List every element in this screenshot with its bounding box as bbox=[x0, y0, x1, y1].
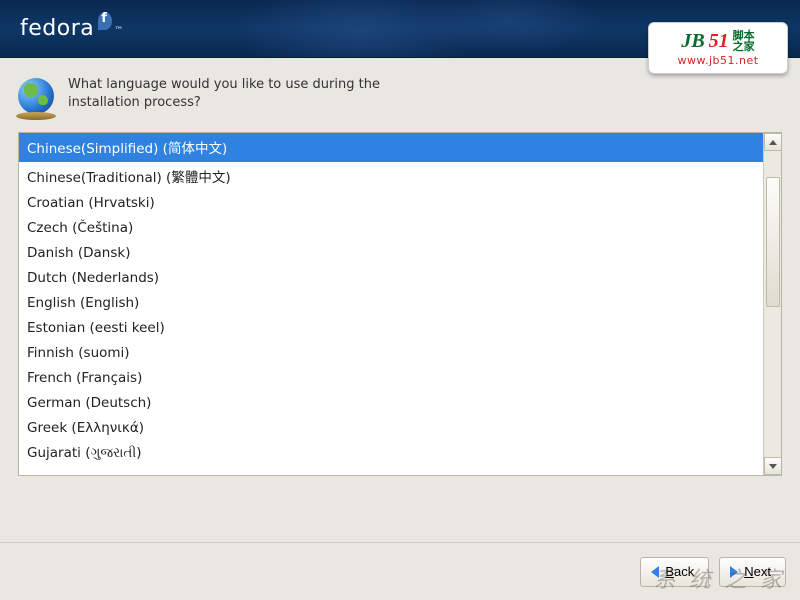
scroll-thumb[interactable] bbox=[766, 177, 780, 307]
list-item[interactable]: Finnish (suomi) bbox=[19, 341, 763, 366]
list-item[interactable]: Czech (Čeština) bbox=[19, 216, 763, 241]
fedora-logo: fedora ™ bbox=[20, 16, 124, 41]
list-item[interactable]: English (English) bbox=[19, 291, 763, 316]
list-item[interactable]: Greek (Ελληνικά) bbox=[19, 416, 763, 441]
jb51-watermark-badge: JB51 脚本之家 www.jb51.net bbox=[648, 22, 788, 74]
list-item[interactable]: Gujarati (ગુજરાતી) bbox=[19, 441, 763, 466]
footer-nav: Back Next bbox=[0, 542, 800, 600]
scroll-down-button[interactable] bbox=[764, 457, 782, 475]
prompt-line1: What language would you like to use duri… bbox=[68, 77, 380, 92]
list-item[interactable]: Danish (Dansk) bbox=[19, 241, 763, 266]
fedora-infinity-icon bbox=[98, 12, 112, 30]
fedora-logo-text: fedora bbox=[20, 16, 94, 41]
back-button[interactable]: Back bbox=[640, 557, 709, 587]
prompt-line2: installation process? bbox=[68, 95, 201, 110]
arrow-right-icon bbox=[730, 566, 738, 578]
installer-header: fedora ™ JB51 脚本之家 www.jb51.net bbox=[0, 0, 800, 58]
scroll-up-button[interactable] bbox=[764, 133, 782, 151]
back-label: Back bbox=[665, 564, 694, 579]
arrow-left-icon bbox=[651, 566, 659, 578]
scrollbar-vertical[interactable] bbox=[763, 133, 781, 475]
badge-brand-right: 51 bbox=[709, 30, 729, 53]
list-item[interactable]: Chinese(Traditional) (繁體中文) bbox=[19, 162, 763, 191]
next-button[interactable]: Next bbox=[719, 557, 786, 587]
next-label: Next bbox=[744, 564, 771, 579]
language-listbox[interactable]: Catalan (Català)Chinese(Simplified) (简体中… bbox=[18, 132, 782, 476]
globe-icon bbox=[18, 78, 54, 114]
language-list-container: Catalan (Català)Chinese(Simplified) (简体中… bbox=[18, 132, 782, 476]
list-item[interactable]: Croatian (Hrvatski) bbox=[19, 191, 763, 216]
trademark-symbol: ™ bbox=[114, 26, 124, 36]
list-item[interactable]: Chinese(Simplified) (简体中文) bbox=[19, 133, 763, 162]
badge-brand-left: JB bbox=[681, 30, 704, 53]
list-item[interactable]: German (Deutsch) bbox=[19, 391, 763, 416]
prompt-row: What language would you like to use duri… bbox=[18, 76, 782, 114]
list-item[interactable]: French (Français) bbox=[19, 366, 763, 391]
list-item[interactable]: Dutch (Nederlands) bbox=[19, 266, 763, 291]
badge-url: www.jb51.net bbox=[677, 54, 758, 67]
prompt-text: What language would you like to use duri… bbox=[68, 76, 380, 112]
badge-cn: 脚本之家 bbox=[733, 30, 755, 52]
list-item[interactable]: Estonian (eesti keel) bbox=[19, 316, 763, 341]
content-area: What language would you like to use duri… bbox=[0, 58, 800, 476]
